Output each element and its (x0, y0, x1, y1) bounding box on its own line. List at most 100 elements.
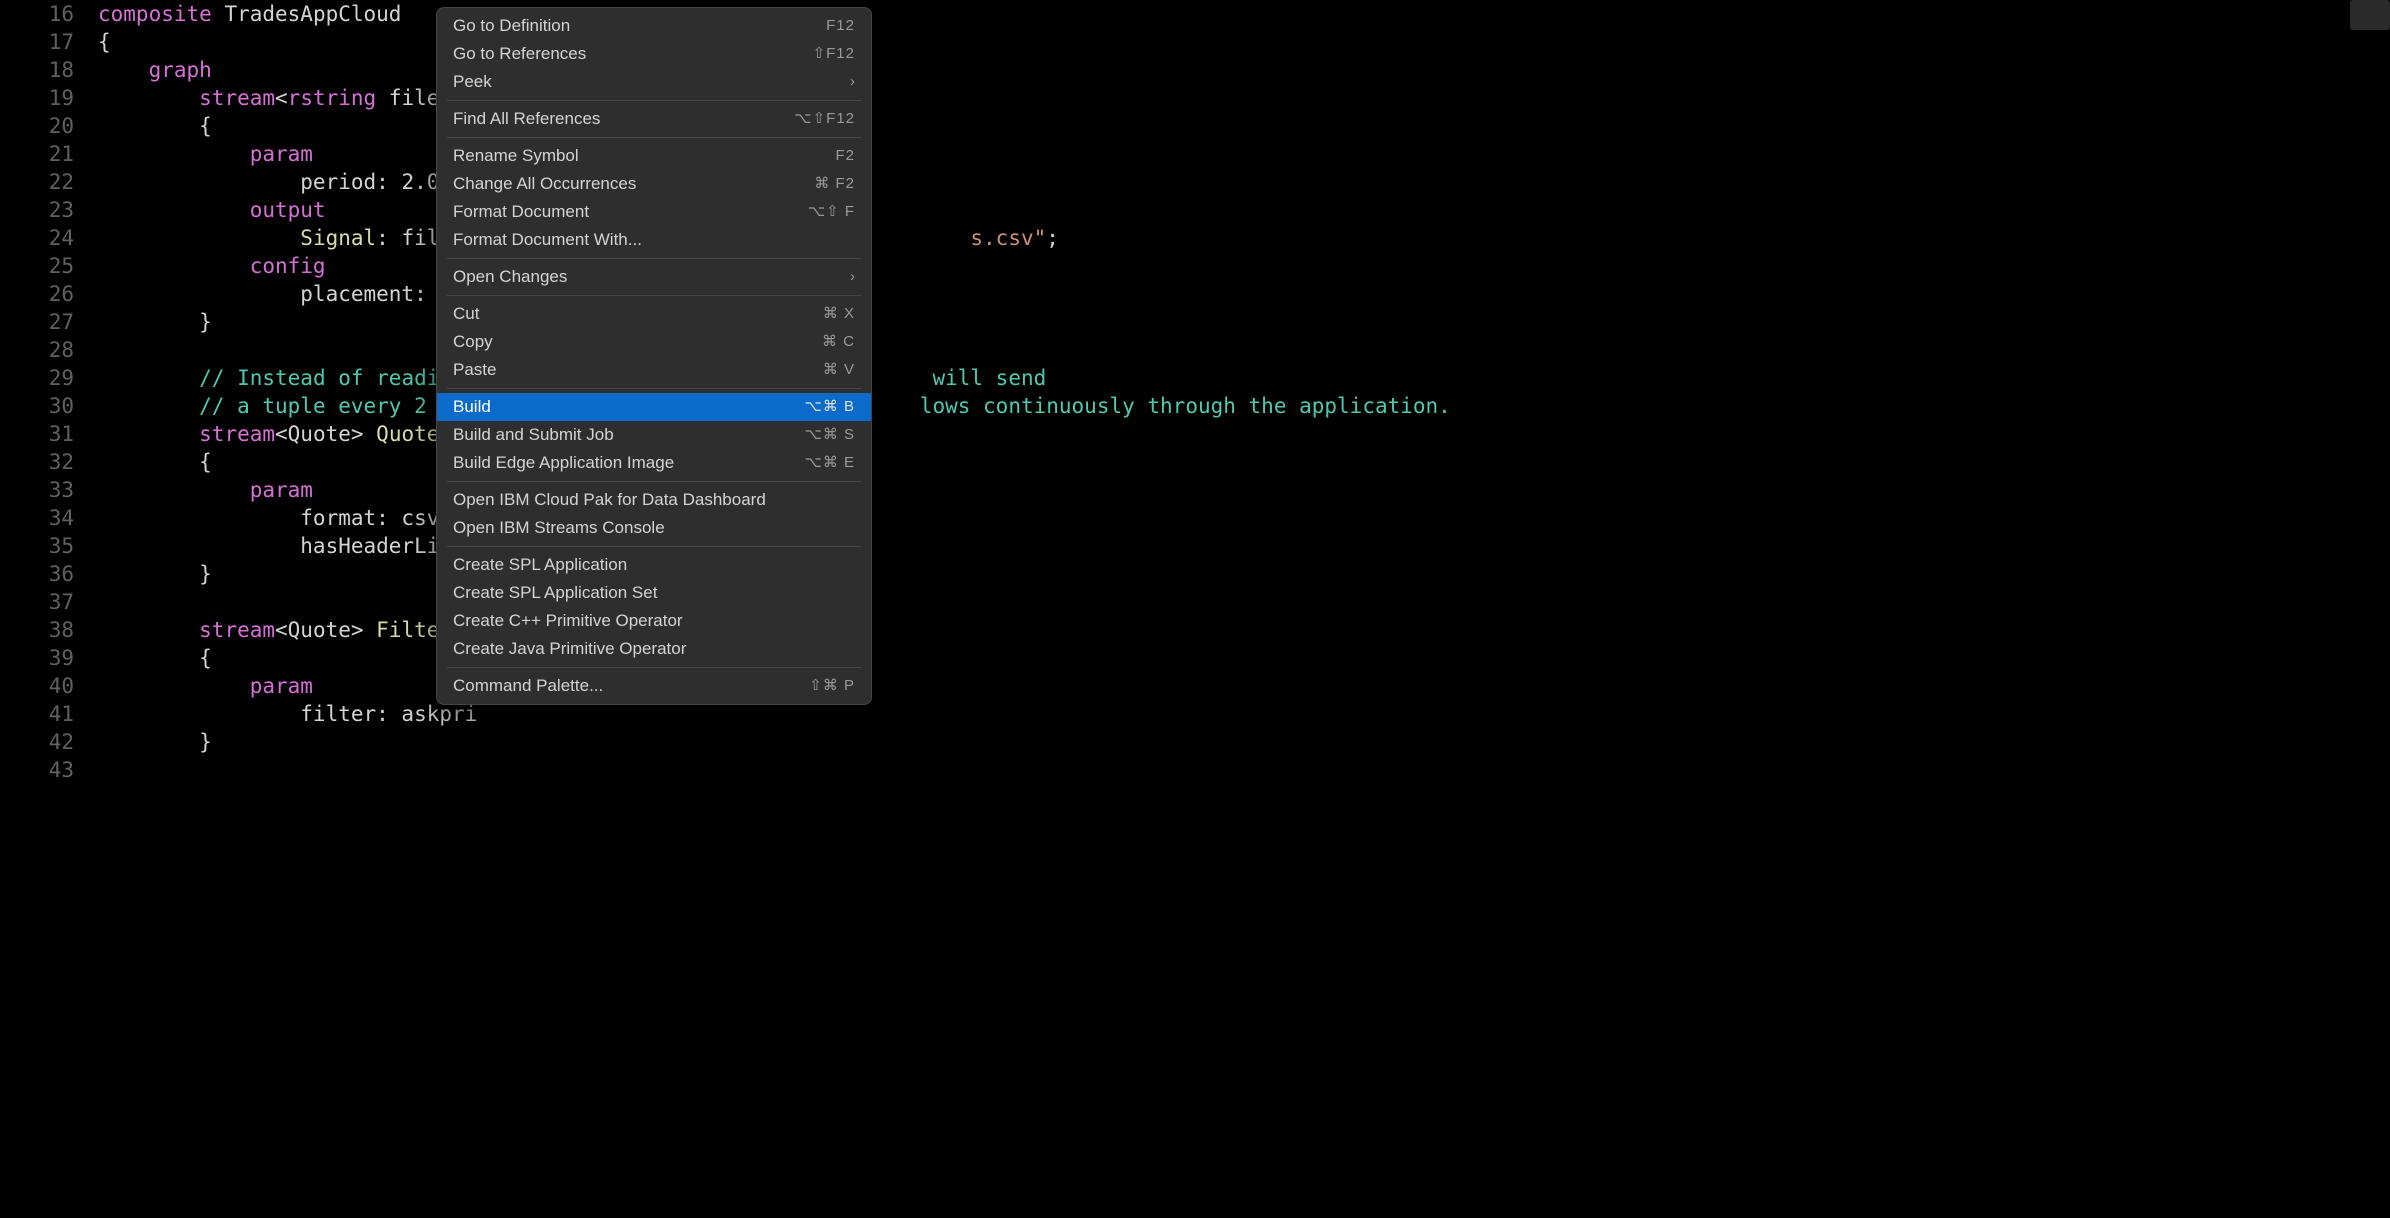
line-number: 25 (0, 252, 74, 280)
context-menu-item[interactable]: Create C++ Primitive Operator (437, 607, 871, 635)
code-token: <Quote> (275, 618, 376, 642)
keyboard-shortcut: F2 (835, 146, 855, 166)
code-token: graph (149, 58, 212, 82)
menu-separator (447, 667, 861, 668)
context-menu-item-label: Create SPL Application Set (453, 583, 855, 603)
context-menu-item-label: Change All Occurrences (453, 174, 802, 194)
context-menu-item[interactable]: Build and Submit Job⌥⌘ S (437, 421, 871, 449)
code-line[interactable]: } (98, 728, 2390, 756)
keyboard-shortcut: ⌘ X (823, 304, 855, 324)
line-number: 27 (0, 308, 74, 336)
code-token (98, 674, 250, 698)
line-number: 29 (0, 364, 74, 392)
menu-separator (447, 137, 861, 138)
line-number: 26 (0, 280, 74, 308)
context-menu-item[interactable]: Build⌥⌘ B (437, 393, 871, 421)
code-editor[interactable]: 1617181920212223242526272829303132333435… (0, 0, 2390, 1218)
code-token: } (98, 562, 212, 586)
context-menu-item-label: Command Palette... (453, 676, 797, 696)
line-number: 35 (0, 532, 74, 560)
code-token: placement: (98, 282, 439, 306)
menu-separator (447, 546, 861, 547)
code-token: stream (199, 86, 275, 110)
minimap-scrollbar[interactable] (2350, 0, 2390, 1218)
code-token (98, 198, 250, 222)
context-menu-item[interactable]: Format Document⌥⇧ F (437, 198, 871, 226)
code-line[interactable] (98, 756, 2390, 784)
code-token: < (275, 86, 288, 110)
context-menu-item-label: Create SPL Application (453, 555, 855, 575)
context-menu-item[interactable]: Copy⌘ C (437, 328, 871, 356)
line-number: 33 (0, 476, 74, 504)
context-menu-item-label: Paste (453, 360, 811, 380)
chevron-right-icon: › (850, 72, 855, 92)
line-number: 17 (0, 28, 74, 56)
context-menu-item[interactable]: Create Java Primitive Operator (437, 635, 871, 663)
line-number: 30 (0, 392, 74, 420)
code-token: param (250, 674, 313, 698)
keyboard-shortcut: ⌥⌘ E (805, 453, 855, 473)
line-number: 39 (0, 644, 74, 672)
line-number: 32 (0, 448, 74, 476)
context-menu-item-label: Go to References (453, 44, 801, 64)
context-menu-item-label: Cut (453, 304, 811, 324)
context-menu[interactable]: Go to DefinitionF12Go to References⇧F12P… (436, 7, 872, 705)
context-menu-item[interactable]: Create SPL Application (437, 551, 871, 579)
context-menu-item-label: Copy (453, 332, 810, 352)
context-menu-item[interactable]: Command Palette...⇧⌘ P (437, 672, 871, 700)
context-menu-item-label: Create C++ Primitive Operator (453, 611, 855, 631)
menu-separator (447, 481, 861, 482)
code-token: } (98, 310, 212, 334)
menu-separator (447, 388, 861, 389)
scrollbar-thumb[interactable] (2350, 0, 2390, 30)
context-menu-item[interactable]: Format Document With... (437, 226, 871, 254)
line-number: 18 (0, 56, 74, 84)
context-menu-item[interactable]: Go to Definition F12 (437, 12, 871, 40)
line-number: 22 (0, 168, 74, 196)
line-number: 24 (0, 224, 74, 252)
code-token: 2.0 (401, 170, 439, 194)
context-menu-item[interactable]: Paste ⌘ V (437, 356, 871, 384)
chevron-right-icon: › (850, 267, 855, 287)
context-menu-item[interactable]: Rename SymbolF2 (437, 142, 871, 170)
context-menu-item[interactable]: Go to References⇧F12 (437, 40, 871, 68)
context-menu-item[interactable]: Peek› (437, 68, 871, 96)
line-number: 37 (0, 588, 74, 616)
code-token: param (250, 478, 313, 502)
line-number: 31 (0, 420, 74, 448)
menu-separator (447, 100, 861, 101)
code-token: period: (98, 170, 401, 194)
context-menu-item-label: Go to Definition (453, 16, 814, 36)
line-number-gutter: 1617181920212223242526272829303132333435… (0, 0, 86, 784)
code-token (98, 254, 250, 278)
context-menu-item[interactable]: Create SPL Application Set (437, 579, 871, 607)
code-token (98, 478, 250, 502)
context-menu-item[interactable]: Change All Occurrences⌘ F2 (437, 170, 871, 198)
code-token (98, 618, 199, 642)
context-menu-item[interactable]: Open Changes › (437, 263, 871, 291)
line-number: 28 (0, 336, 74, 364)
context-menu-item[interactable]: Open IBM Streams Console (437, 514, 871, 542)
line-number: 38 (0, 616, 74, 644)
keyboard-shortcut: F12 (826, 16, 855, 36)
context-menu-item[interactable]: Build Edge Application Image ⌥⌘ E (437, 449, 871, 477)
line-number: 19 (0, 84, 74, 112)
code-token: output (250, 198, 326, 222)
code-token (98, 226, 300, 250)
code-token: rstring (288, 86, 377, 110)
code-token: stream (199, 422, 275, 446)
code-token (98, 142, 250, 166)
keyboard-shortcut: ⌥⇧F12 (794, 109, 855, 129)
code-token: { (98, 30, 111, 54)
context-menu-item[interactable]: Cut ⌘ X (437, 300, 871, 328)
keyboard-shortcut: ⌘ V (823, 360, 855, 380)
code-token (98, 394, 199, 418)
context-menu-item-label: Open Changes (453, 267, 838, 287)
context-menu-item-label: Build Edge Application Image (453, 453, 793, 473)
code-token: config (250, 254, 326, 278)
context-menu-item[interactable]: Find All References⌥⇧F12 (437, 105, 871, 133)
context-menu-item[interactable]: Open IBM Cloud Pak for Data Dashboard (437, 486, 871, 514)
code-token: <Quote> (275, 422, 376, 446)
context-menu-item-label: Open IBM Streams Console (453, 518, 855, 538)
context-menu-item-label: Build (453, 397, 793, 417)
